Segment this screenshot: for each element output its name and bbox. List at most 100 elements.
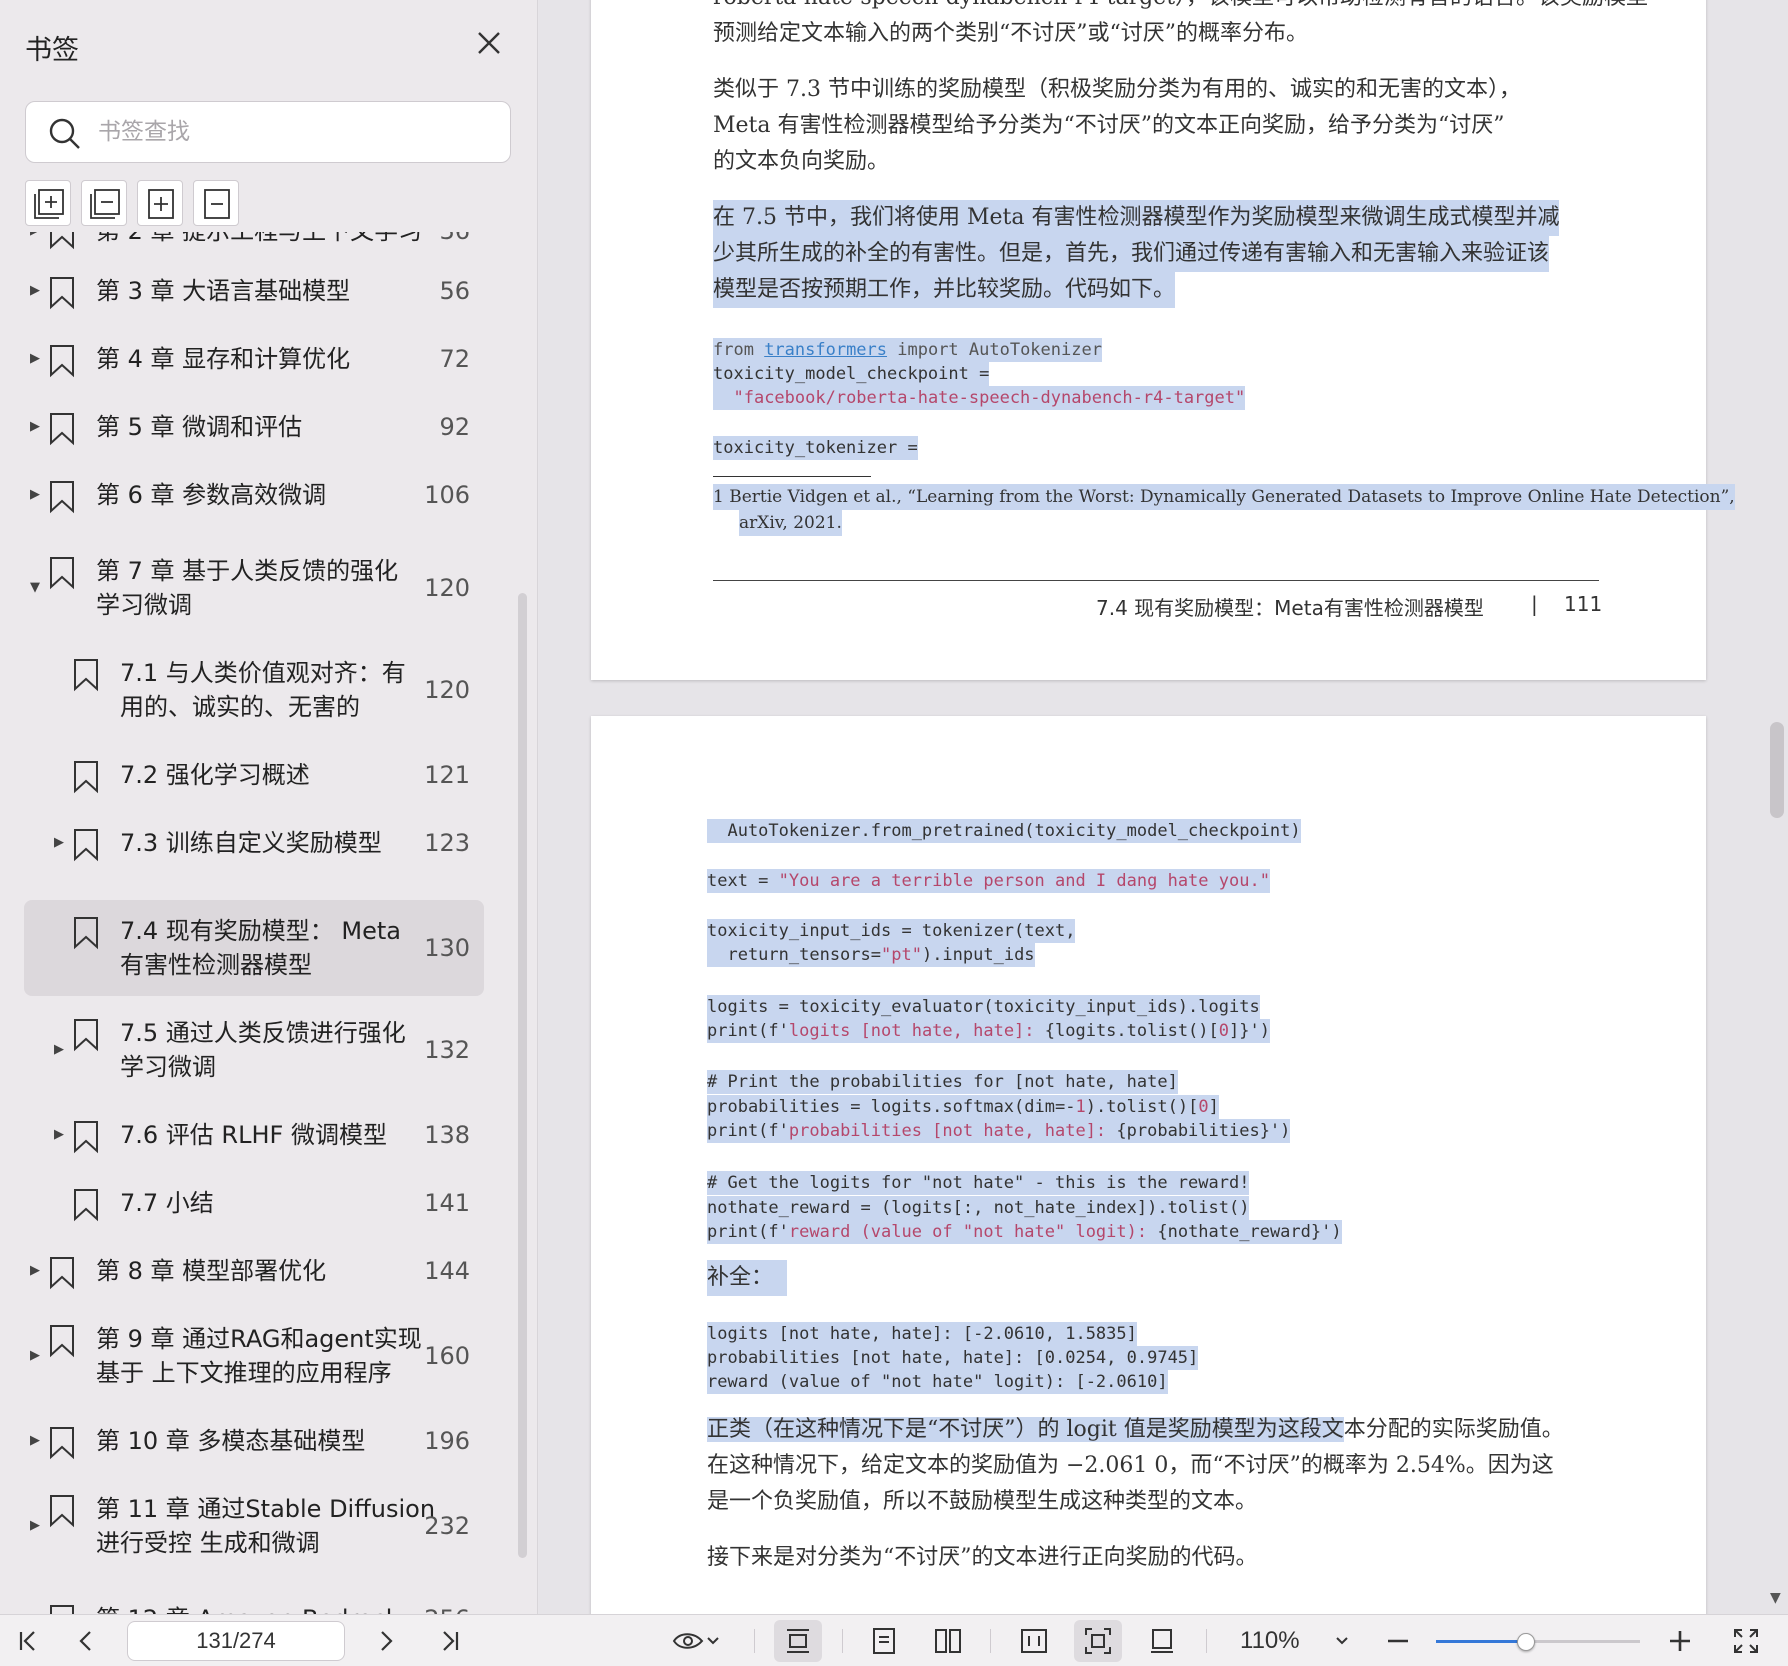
sidebar-scrollbar[interactable] bbox=[518, 593, 527, 1558]
code-token: return_tensors= bbox=[707, 945, 881, 965]
paragraph-line: 接下来是对分类为“不讨厌”的文本进行正向奖励的代码。 bbox=[707, 1545, 1258, 1570]
chevron-right-icon[interactable]: ▶ bbox=[54, 836, 68, 850]
last-page-button[interactable] bbox=[430, 1615, 470, 1666]
bookmark-icon bbox=[72, 916, 100, 954]
chevron-right-icon[interactable]: ▶ bbox=[30, 488, 44, 502]
fit-page-button[interactable] bbox=[1074, 1620, 1122, 1662]
single-page-button[interactable] bbox=[860, 1615, 908, 1666]
chevron-left-icon bbox=[79, 1631, 91, 1651]
bookmark-item[interactable]: ▶ 第 9 章 通过RAG和agent实现 基于 上下文推理的应用程序 160 bbox=[24, 1322, 484, 1390]
delete-bookmark-button[interactable] bbox=[193, 180, 239, 226]
bookmark-page-number: 106 bbox=[424, 481, 470, 509]
bookmark-item[interactable]: ▶ 第 8 章 模型部署优化 144 bbox=[24, 1254, 484, 1290]
code-token: {logits.tolist()[ bbox=[1044, 1021, 1219, 1041]
bookmark-item[interactable]: ▶ 第 10 章 多模态基础模型 196 bbox=[24, 1424, 484, 1460]
bookmark-icon bbox=[48, 1426, 76, 1464]
code-line: return_tensors="pt").input_ids bbox=[707, 943, 1035, 967]
zoom-out-button[interactable] bbox=[1378, 1615, 1418, 1666]
bookmark-item[interactable]: 第 12 章 Amazon Bedrock256 bbox=[24, 1602, 484, 1614]
bookmark-item[interactable]: ▶ 第 2 章 提示工程与上下文学习36 bbox=[24, 232, 484, 250]
paragraph-line: 的文本负向奖励。 bbox=[713, 149, 890, 174]
bookmark-item[interactable]: 7.2 强化学习概述 121 bbox=[24, 758, 484, 794]
first-page-button[interactable] bbox=[8, 1615, 48, 1666]
highlighted-line: 在 7.5 节中，我们将使用 Meta 有害性检测器模型作为奖励模型来微调生成式… bbox=[713, 200, 1560, 236]
page-number-input[interactable]: 131/274 bbox=[127, 1621, 345, 1661]
code-line: AutoTokenizer.from_pretrained(toxicity_m… bbox=[707, 819, 1301, 843]
bookmark-item[interactable]: 7.4 现有奖励模型： Meta 有害性检测器模型 130 bbox=[24, 900, 484, 996]
bookmark-search[interactable] bbox=[25, 101, 511, 163]
rotate-page-icon bbox=[1151, 1629, 1173, 1653]
zoom-in-button[interactable] bbox=[1660, 1615, 1700, 1666]
chevron-right-icon[interactable]: ▶ bbox=[54, 1128, 68, 1142]
bookmark-list: ▶ 第 2 章 提示工程与上下文学习36 ▶ 第 3 章 大语言基础模型 56 ▶ 第 4 … bbox=[0, 232, 537, 1614]
toolbar-divider bbox=[1206, 1629, 1207, 1653]
bookmark-label: 第 9 章 通过RAG和agent实现 基于 上下文推理的应用程序 bbox=[96, 1322, 422, 1390]
bookmark-page-number: 121 bbox=[424, 761, 470, 789]
scroll-down-arrow-icon[interactable]: ▼ bbox=[1770, 1590, 1781, 1606]
zoom-dropdown[interactable] bbox=[1326, 1615, 1358, 1666]
code-token: ] bbox=[1208, 1097, 1219, 1117]
chevron-right-icon[interactable]: ▶ bbox=[30, 284, 44, 298]
bookmark-item[interactable]: ▼ 第 7 章 基于人类反馈的强化 学习微调 120 bbox=[24, 554, 484, 622]
bookmark-label: 第 10 章 多模态基础模型 bbox=[96, 1427, 366, 1455]
expand-all-button[interactable] bbox=[25, 180, 71, 226]
bookmark-label: 第 8 章 模型部署优化 bbox=[96, 1257, 327, 1285]
fullscreen-icon bbox=[1734, 1629, 1758, 1653]
code-line: print(f'logits [not hate, hate]: {logits… bbox=[707, 1019, 1270, 1043]
bookmark-item[interactable]: ▶ 第 6 章 参数高效微调 106 bbox=[24, 478, 484, 514]
rotate-button[interactable] bbox=[1138, 1615, 1186, 1666]
paragraph-line: 预测给定文本输入的两个类别“不讨厌”或“讨厌”的概率分布。 bbox=[713, 21, 1308, 46]
view-mode-dropdown[interactable] bbox=[664, 1615, 728, 1666]
collapse-all-button[interactable] bbox=[81, 180, 127, 226]
bookmark-label: 7.2 强化学习概述 bbox=[120, 761, 310, 789]
bookmark-page-number: 196 bbox=[424, 1427, 470, 1455]
chevron-right-icon[interactable]: ▶ bbox=[30, 420, 44, 434]
bookmark-page-number: 72 bbox=[439, 345, 470, 373]
eye-icon bbox=[672, 1633, 704, 1649]
chevron-down-icon[interactable]: ▼ bbox=[30, 581, 44, 595]
fullscreen-button[interactable] bbox=[1726, 1615, 1766, 1666]
bookmark-item[interactable]: 7.1 与人类价值观对齐：有 用的、诚实的、无害的 120 bbox=[24, 656, 484, 724]
chevron-right-icon[interactable]: ▶ bbox=[30, 1434, 44, 1448]
previous-page-button[interactable] bbox=[66, 1615, 106, 1666]
bookmark-item[interactable]: ▶ 第 3 章 大语言基础模型 56 bbox=[24, 274, 484, 310]
fit-width-button[interactable] bbox=[1010, 1615, 1058, 1666]
chevron-right-icon[interactable]: ▶ bbox=[30, 1349, 44, 1363]
chevron-right-icon[interactable]: ▶ bbox=[30, 352, 44, 366]
code-line: text = "You are a terrible person and I … bbox=[707, 869, 1270, 893]
chevron-right-icon[interactable]: ▶ bbox=[54, 1043, 68, 1057]
bookmark-search-input[interactable] bbox=[98, 112, 488, 152]
close-icon[interactable] bbox=[472, 26, 506, 60]
next-page-button[interactable] bbox=[366, 1615, 406, 1666]
bookmark-item[interactable]: ▶ 7.3 训练自定义奖励模型 123 bbox=[24, 826, 484, 862]
bookmark-icon bbox=[48, 1604, 76, 1614]
code-line: print(f'reward (value of "not hate" logi… bbox=[707, 1220, 1342, 1244]
bookmark-page-number: 120 bbox=[424, 676, 470, 704]
footnote-rule bbox=[713, 476, 871, 477]
bookmark-item[interactable]: ▶ 7.6 评估 RLHF 微调模型 138 bbox=[24, 1118, 484, 1154]
bookmark-label-line: 第 9 章 通过RAG和agent实现 bbox=[96, 1325, 422, 1353]
bookmark-item[interactable]: ▶ 第 5 章 微调和评估 92 bbox=[24, 410, 484, 446]
bookmark-item[interactable]: 7.7 小结 141 bbox=[24, 1186, 484, 1222]
paragraph-text: 本分配的实际奖励值。 bbox=[1343, 1417, 1564, 1442]
zoom-slider-thumb[interactable] bbox=[1516, 1633, 1535, 1651]
bookmark-item[interactable]: ▶ 第 11 章 通过Stable Diffusion 进行受控 生成和微调 232 bbox=[24, 1492, 484, 1560]
bookmark-item[interactable]: ▶ 7.5 通过人类反馈进行强化 学习微调 132 bbox=[24, 1016, 484, 1084]
paragraph-line: roberta-hate-speech-dynabench-r4-target）… bbox=[713, 0, 1648, 16]
bookmark-label: 第 12 章 Amazon Bedrock bbox=[96, 1602, 400, 1614]
code-string: "pt" bbox=[881, 945, 922, 965]
chevron-right-icon[interactable]: ▶ bbox=[30, 1519, 44, 1533]
two-page-button[interactable] bbox=[924, 1615, 972, 1666]
bookmark-label-line: 第 7 章 基于人类反馈的强化 bbox=[96, 557, 399, 585]
zoom-slider[interactable] bbox=[1436, 1633, 1640, 1651]
chevron-right-icon[interactable]: ▶ bbox=[30, 1264, 44, 1278]
document-scrollbar[interactable] bbox=[1770, 722, 1784, 818]
zoom-level[interactable]: 110% bbox=[1240, 1627, 1300, 1655]
bookmark-item[interactable]: ▶ 第 4 章 显存和计算优化 72 bbox=[24, 342, 484, 378]
bookmark-label: 第 3 章 大语言基础模型 bbox=[96, 277, 351, 305]
bookmark-label-line: 有害性检测器模型 bbox=[120, 951, 312, 979]
continuous-scroll-button[interactable] bbox=[774, 1620, 822, 1662]
bookmark-label-line: 第 11 章 通过Stable Diffusion bbox=[96, 1495, 436, 1523]
add-bookmark-button[interactable] bbox=[137, 180, 183, 226]
chevron-right-icon[interactable]: ▶ bbox=[30, 232, 44, 238]
